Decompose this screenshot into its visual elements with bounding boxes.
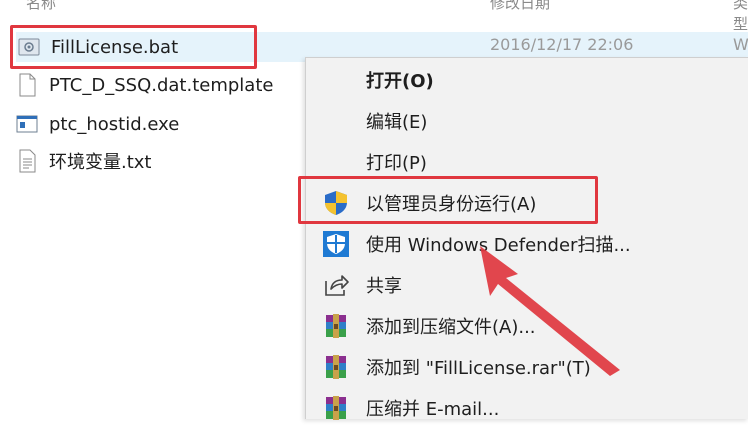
file-type: Win [733,35,748,54]
menu-item-label: 打印(P) [366,153,427,174]
text-file-icon [14,148,40,174]
winrar-icon [322,312,350,340]
menu-item-open[interactable]: 打开(O) [306,60,748,100]
menu-item-edit[interactable]: 编辑(E) [306,101,748,141]
file-row-env-vars[interactable]: 环境变量.txt [14,146,152,176]
date-column-header[interactable]: 修改日期 [490,0,550,13]
menu-item-label: 共享 [366,276,402,297]
file-date: 2016/12/17 22:06 [490,35,634,54]
name-column-header[interactable]: 名称 [26,0,56,13]
type-column-header[interactable]: 类型 [733,0,748,34]
menu-item-label: 编辑(E) [366,112,428,133]
defender-icon [322,230,350,258]
exe-file-icon [14,111,40,137]
file-name: PTC_D_SSQ.dat.template [49,74,274,96]
menu-item-compress-email[interactable]: 压缩并 E-mail... [306,388,748,428]
file-name: ptc_hostid.exe [49,113,180,135]
file-icon [14,72,40,98]
highlight-box-run-as-admin [298,176,598,224]
menu-item-label: 打开(O) [366,71,434,92]
menu-item-label: 压缩并 E-mail... [366,399,500,420]
file-name: 环境变量.txt [49,152,152,173]
file-row-ptc-d-ssq[interactable]: PTC_D_SSQ.dat.template [14,70,273,100]
column-header: 名称 修改日期 类型 [0,0,748,33]
share-icon [322,271,350,299]
annotation-arrow [480,246,620,376]
highlight-box-file [10,25,257,69]
winrar-icon [322,353,350,381]
file-row-ptc-hostid[interactable]: ptc_hostid.exe [14,109,179,139]
